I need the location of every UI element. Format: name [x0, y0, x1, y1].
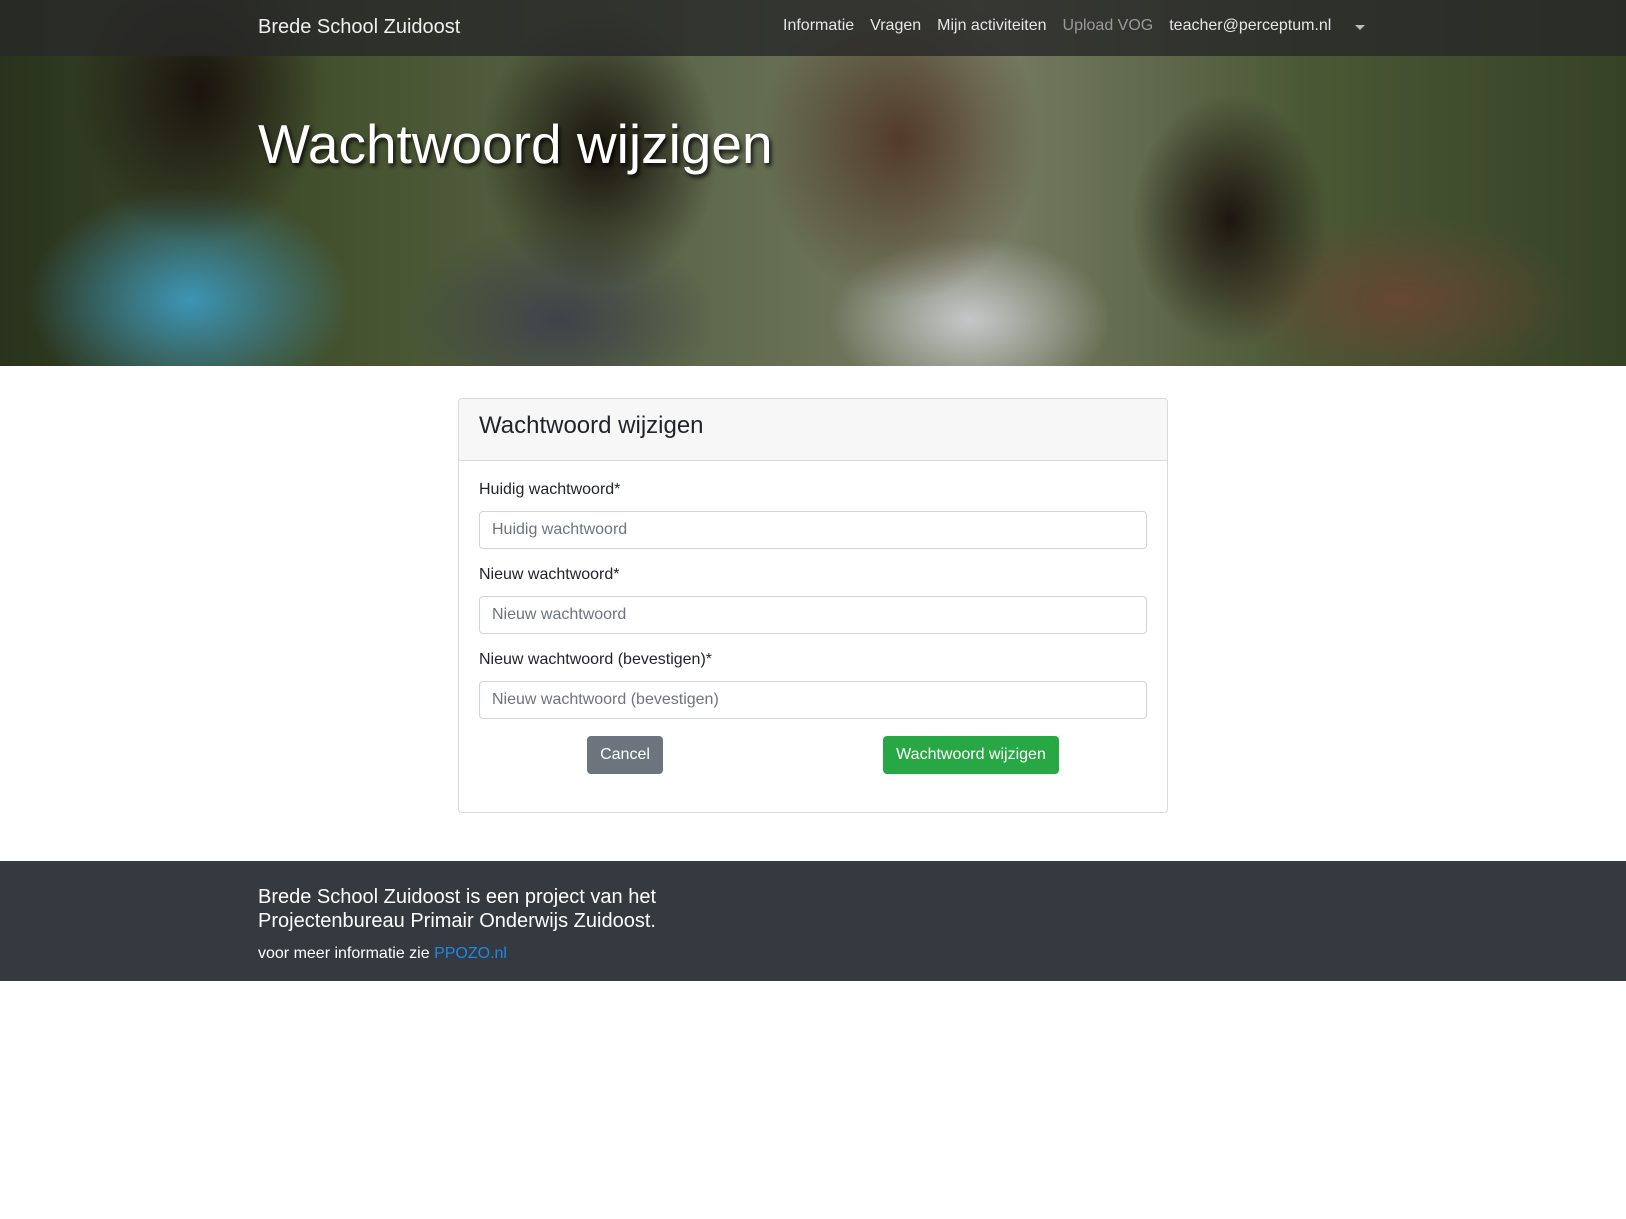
nav-item-user-account[interactable]: teacher@perceptum.nl — [1169, 17, 1331, 35]
current-password-group: Huidig wachtwoord* — [479, 481, 1147, 549]
card-title: Wachtwoord wijzigen — [479, 412, 704, 439]
new-password-label: Nieuw wachtwoord* — [479, 566, 620, 583]
footer-info-prefix: voor meer informatie zie — [258, 945, 430, 962]
ppozo-link[interactable]: PPOZO.nl — [434, 945, 507, 962]
footer-text-line-2: Projectenbureau Primair Onderwijs Zuidoo… — [258, 910, 656, 932]
page-title: Wachtwoord wijzigen — [258, 113, 773, 175]
nav-item-upload-vog[interactable]: Upload VOG — [1063, 17, 1154, 35]
current-password-label: Huidig wachtwoord* — [479, 481, 621, 498]
change-password-button[interactable]: Wachtwoord wijzigen — [883, 736, 1059, 774]
nav-item-vragen[interactable]: Vragen — [870, 17, 921, 35]
new-password-input[interactable] — [479, 596, 1147, 634]
page-footer: Brede School Zuidoost is een project van… — [0, 861, 1626, 981]
footer-text-line-1: Brede School Zuidoost is een project van… — [258, 886, 657, 908]
hero-banner: Brede School Zuidoost Informatie Vragen … — [0, 0, 1626, 366]
form-actions: Cancel Wachtwoord wijzigen — [479, 736, 1147, 774]
top-navbar: Brede School Zuidoost Informatie Vragen … — [0, 0, 1626, 56]
nav-menu: Informatie Vragen Mijn activiteiten Uplo… — [783, 17, 1366, 35]
nav-item-mijn-activiteiten[interactable]: Mijn activiteiten — [937, 17, 1046, 35]
cancel-button[interactable]: Cancel — [587, 736, 663, 774]
confirm-password-input[interactable] — [479, 681, 1147, 719]
nav-item-informatie[interactable]: Informatie — [783, 17, 854, 35]
change-password-card: Wachtwoord wijzigen Huidig wachtwoord* N… — [458, 398, 1168, 813]
footer-info: voor meer informatie zie PPOZO.nl — [258, 945, 507, 963]
card-header: Wachtwoord wijzigen — [459, 399, 1167, 461]
new-password-group: Nieuw wachtwoord* — [479, 566, 1147, 634]
current-password-input[interactable] — [479, 511, 1147, 549]
confirm-password-label: Nieuw wachtwoord (bevestigen)* — [479, 651, 712, 668]
brand-link[interactable]: Brede School Zuidoost — [258, 16, 460, 39]
confirm-password-group: Nieuw wachtwoord (bevestigen)* — [479, 651, 1147, 719]
chevron-down-icon[interactable] — [1355, 24, 1366, 30]
card-body: Huidig wachtwoord* Nieuw wachtwoord* Nie… — [459, 461, 1167, 794]
